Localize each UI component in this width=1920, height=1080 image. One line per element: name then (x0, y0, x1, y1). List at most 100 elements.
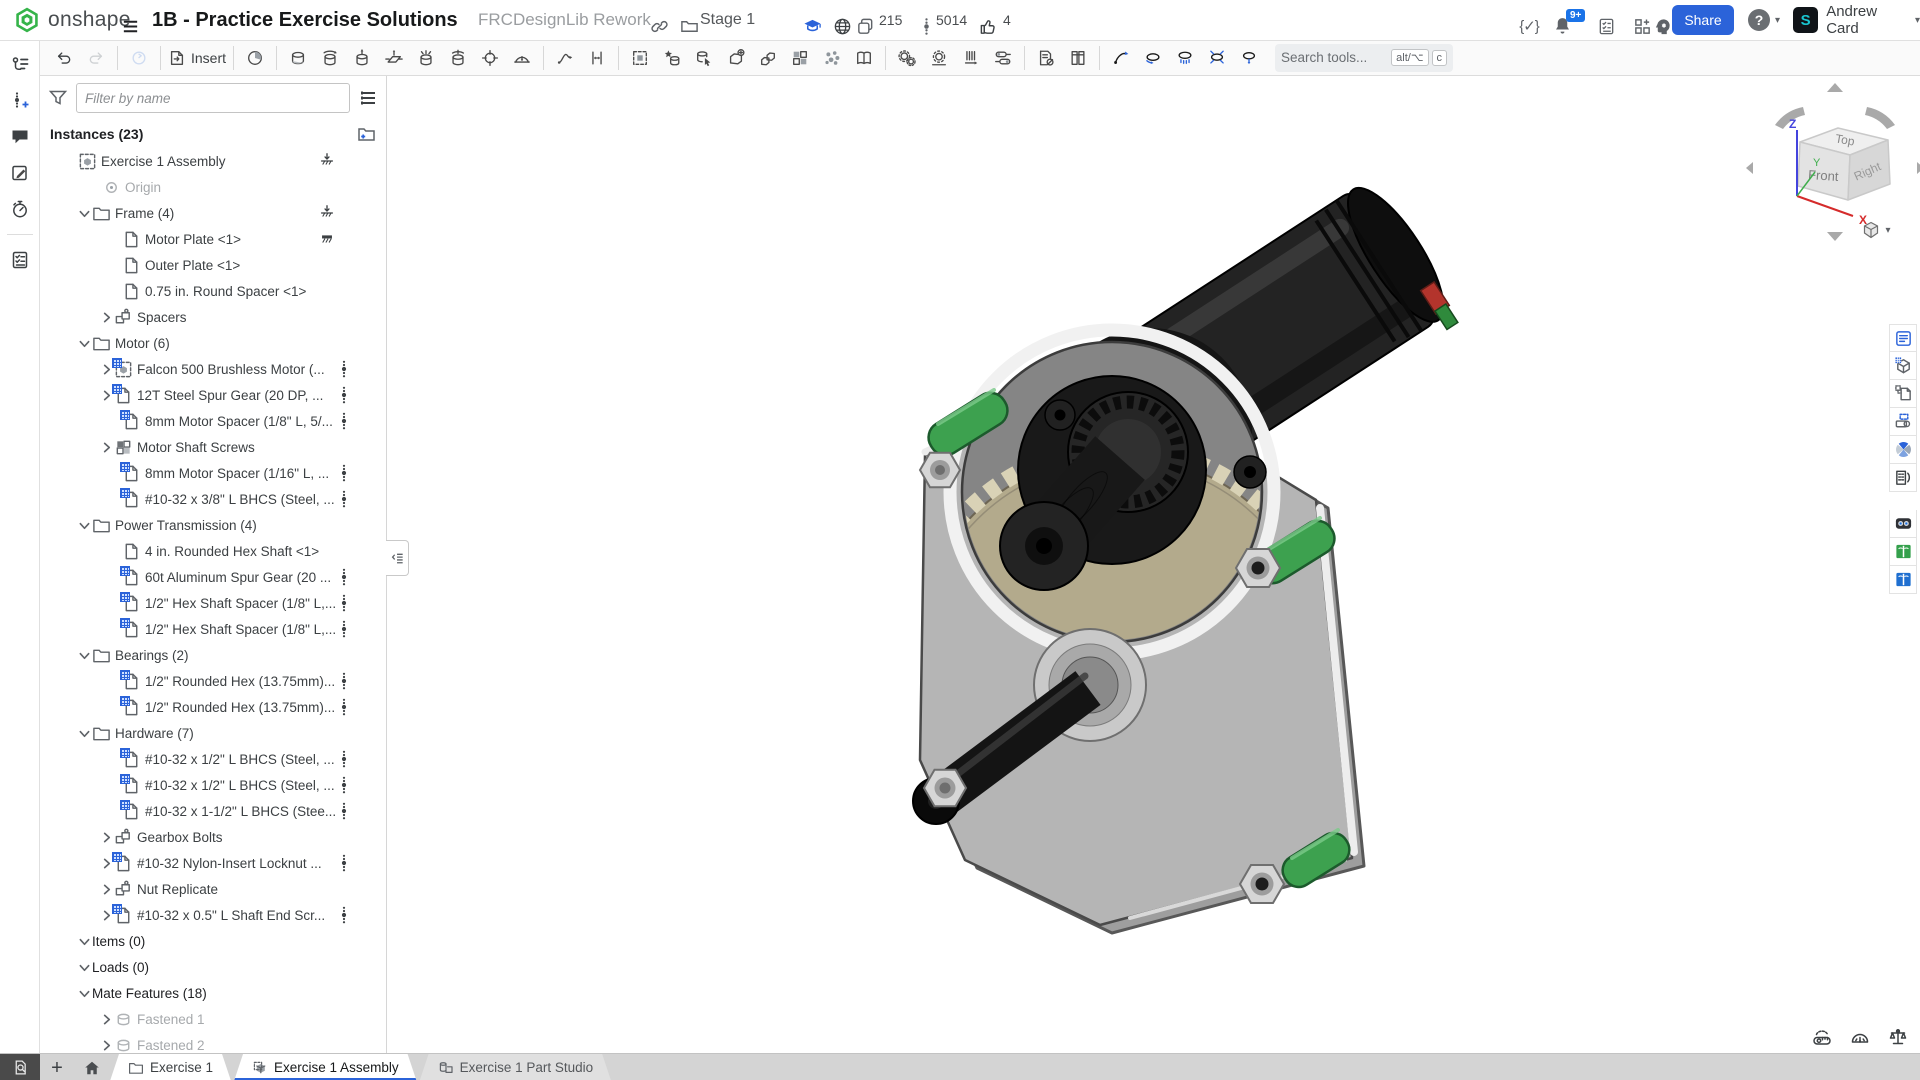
configurations-icon[interactable] (1889, 408, 1917, 436)
tree-instance-row[interactable]: 1/2" Hex Shaft Spacer (1/8" L,... (40, 616, 386, 642)
animate-path-button[interactable] (1105, 43, 1137, 73)
slider-mate-button[interactable] (346, 43, 378, 73)
list-options-icon[interactable] (358, 88, 378, 108)
blue-book-app-icon[interactable] (1889, 566, 1917, 594)
robot-app-icon[interactable] (1889, 510, 1917, 538)
tree-instance-row[interactable]: 0.75 in. Round Spacer <1> (40, 278, 386, 304)
mate-connector-dots-icon[interactable] (337, 854, 351, 872)
cylindrical-mate-button[interactable] (442, 43, 474, 73)
standard-content-pinwheel-icon[interactable] (1889, 436, 1917, 464)
tree-instance-row[interactable]: 4 in. Rounded Hex Shaft <1> (40, 538, 386, 564)
simulation-button[interactable] (891, 43, 923, 73)
spring-button[interactable] (955, 43, 987, 73)
comment-icon[interactable] (5, 122, 35, 152)
filter-input[interactable] (76, 83, 350, 113)
main-menu-hamburger-icon[interactable] (116, 6, 144, 46)
mate-connector-dots-icon[interactable] (337, 750, 351, 768)
animate-drop-all-button[interactable] (1169, 43, 1201, 73)
tree-instance-row[interactable]: Nut Replicate (40, 876, 386, 902)
tree-instance-row[interactable]: Frame (4) (40, 200, 386, 226)
appearance-panel-button[interactable] (848, 43, 880, 73)
mate-relation-button[interactable] (549, 43, 581, 73)
protractor-icon[interactable] (1850, 1025, 1874, 1049)
user-menu-caret-icon[interactable]: ▾ (1915, 15, 1920, 26)
tree-instance-row[interactable]: #10-32 x 3/8" L BHCS (Steel, ... (40, 486, 386, 512)
tree-instance-row[interactable]: Gearbox Bolts (40, 824, 386, 850)
tree-instance-row[interactable]: 1/2" Rounded Hex (13.75mm)... (40, 668, 386, 694)
tab-exercise-1-assembly[interactable]: Exercise 1 Assembly (234, 1054, 417, 1080)
tree-instance-row[interactable]: Hardware (7) (40, 720, 386, 746)
insert-favorites-button[interactable] (656, 43, 688, 73)
chevron-right-icon[interactable] (98, 829, 114, 845)
chevron-down-icon[interactable] (76, 985, 92, 1001)
mate-connector-dots-icon[interactable] (337, 620, 351, 638)
tree-section-row[interactable]: Mate Features (18) (40, 980, 386, 1006)
fastened-mate-button[interactable] (282, 43, 314, 73)
tree-instance-row[interactable]: Fastened 1 (40, 1006, 386, 1032)
tree-instance-row[interactable]: 1/2" Rounded Hex (13.75mm)... (40, 694, 386, 720)
tree-instance-row[interactable]: Motor Plate <1> (40, 226, 386, 252)
chevron-down-icon[interactable] (76, 335, 92, 351)
tree-instance-row[interactable]: #10-32 x 0.5" L Shaft End Scr... (40, 902, 386, 928)
feedback-braces-icon[interactable]: {✓} (1512, 6, 1546, 46)
mass-properties-icon[interactable] (1888, 1025, 1912, 1049)
version-tree-icon[interactable] (5, 50, 35, 80)
transform-instance-button[interactable] (720, 43, 752, 73)
search-tools-input[interactable]: Search tools...alt/⌥c (1275, 44, 1453, 72)
share-button[interactable]: Share (1672, 5, 1734, 35)
bom-columns-button[interactable] (1062, 43, 1094, 73)
revision-clock-button[interactable] (239, 43, 271, 73)
planar-mate-button[interactable] (378, 43, 410, 73)
user-name[interactable]: Andrew Card (1826, 3, 1911, 37)
mate-connector-dots-icon[interactable] (337, 412, 351, 430)
replicate-button[interactable] (752, 43, 784, 73)
mate-connector-dots-icon[interactable] (337, 672, 351, 690)
mate-connector-dots-icon[interactable] (337, 360, 351, 378)
green-book-app-icon[interactable] (1889, 538, 1917, 566)
update-linked-documents-button[interactable] (123, 43, 155, 73)
mate-connector-dots-icon[interactable] (337, 490, 351, 508)
tree-instance-row[interactable]: 1/2" Hex Shaft Spacer (1/8" L,... (40, 590, 386, 616)
avatar[interactable]: S (1793, 7, 1818, 33)
tree-section-row[interactable]: Items (0) (40, 928, 386, 954)
exploded-view-button[interactable] (816, 43, 848, 73)
onshape-logo-icon[interactable] (14, 0, 40, 40)
tree-instance-row[interactable]: #10-32 Nylon-Insert Locknut ... (40, 850, 386, 876)
filter-funnel-icon[interactable] (48, 88, 68, 108)
tree-instance-row[interactable]: Exercise 1 Assembly (40, 148, 386, 174)
share-link-icon[interactable] (645, 6, 673, 46)
mate-connector-dots-icon[interactable] (337, 594, 351, 612)
insert-button[interactable]: Insert (166, 43, 228, 73)
animate-rotate-button[interactable] (1137, 43, 1169, 73)
chevron-right-icon[interactable] (98, 1011, 114, 1027)
tree-instance-row[interactable]: 8mm Motor Spacer (1/16" L, ... (40, 460, 386, 486)
parallel-relation-button[interactable] (581, 43, 613, 73)
view-mode-cube-button[interactable]: ▾ (1852, 216, 1900, 244)
pattern-button[interactable] (784, 43, 816, 73)
replace-instance-button[interactable] (688, 43, 720, 73)
chevron-down-icon[interactable] (76, 959, 92, 975)
chevron-right-icon[interactable] (98, 439, 114, 455)
toggles-button[interactable] (987, 43, 1019, 73)
tangent-mate-button[interactable] (506, 43, 538, 73)
tree-instance-row[interactable]: #10-32 x 1/2" L BHCS (Steel, ... (40, 772, 386, 798)
stopwatch-icon[interactable] (5, 194, 35, 224)
named-positions-button[interactable] (624, 43, 656, 73)
breadcrumb-folder-label[interactable]: Stage 1 (700, 11, 755, 29)
tree-instance-row[interactable]: 12T Steel Spur Gear (20 DP, ... (40, 382, 386, 408)
home-tab-icon[interactable] (74, 1054, 110, 1080)
chevron-down-icon[interactable] (76, 205, 92, 221)
education-cap-icon[interactable] (798, 6, 826, 46)
tree-instance-row[interactable]: 60t Aluminum Spur Gear (20 ... (40, 564, 386, 590)
mate-connector-dots-icon[interactable] (337, 776, 351, 794)
tree-instance-row[interactable]: Motor Shaft Screws (40, 434, 386, 460)
tree-instance-row[interactable]: Power Transmission (4) (40, 512, 386, 538)
thumbs-up-icon[interactable] (974, 6, 1002, 46)
tree-instance-row[interactable]: #10-32 x 1-1/2" L BHCS (Stee... (40, 798, 386, 824)
tree-instance-row[interactable]: Origin (40, 174, 386, 200)
ball-mate-button[interactable] (410, 43, 442, 73)
add-tab-button[interactable]: + (40, 1054, 74, 1080)
tree-instance-row[interactable]: 8mm Motor Spacer (1/8" L, 5/... (40, 408, 386, 434)
tab-exercise-1[interactable]: Exercise 1 (110, 1054, 231, 1080)
tree-instance-row[interactable]: #10-32 x 1/2" L BHCS (Steel, ... (40, 746, 386, 772)
